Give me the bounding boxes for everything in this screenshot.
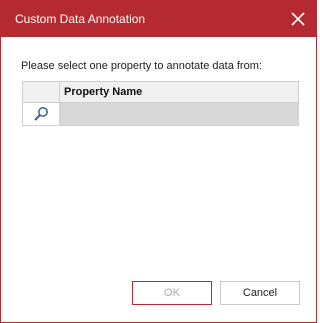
cancel-button[interactable]: Cancel xyxy=(220,281,300,305)
property-filter-field[interactable] xyxy=(60,103,298,125)
grid-corner-cell xyxy=(23,82,60,102)
search-icon xyxy=(34,107,48,121)
filter-search-button[interactable] xyxy=(23,103,60,125)
close-icon xyxy=(291,12,305,26)
ok-button[interactable]: OK xyxy=(132,281,212,305)
grid-header: Property Name xyxy=(23,82,298,103)
property-grid: Property Name xyxy=(22,81,299,126)
custom-data-annotation-dialog: Custom Data Annotation Please select one… xyxy=(0,0,317,323)
instruction-text: Please select one property to annotate d… xyxy=(21,60,262,72)
title-bar: Custom Data Annotation xyxy=(1,1,316,37)
filter-row xyxy=(23,103,298,125)
column-header-property-name[interactable]: Property Name xyxy=(64,86,142,99)
close-button[interactable] xyxy=(282,3,314,35)
dialog-title: Custom Data Annotation xyxy=(15,12,146,26)
